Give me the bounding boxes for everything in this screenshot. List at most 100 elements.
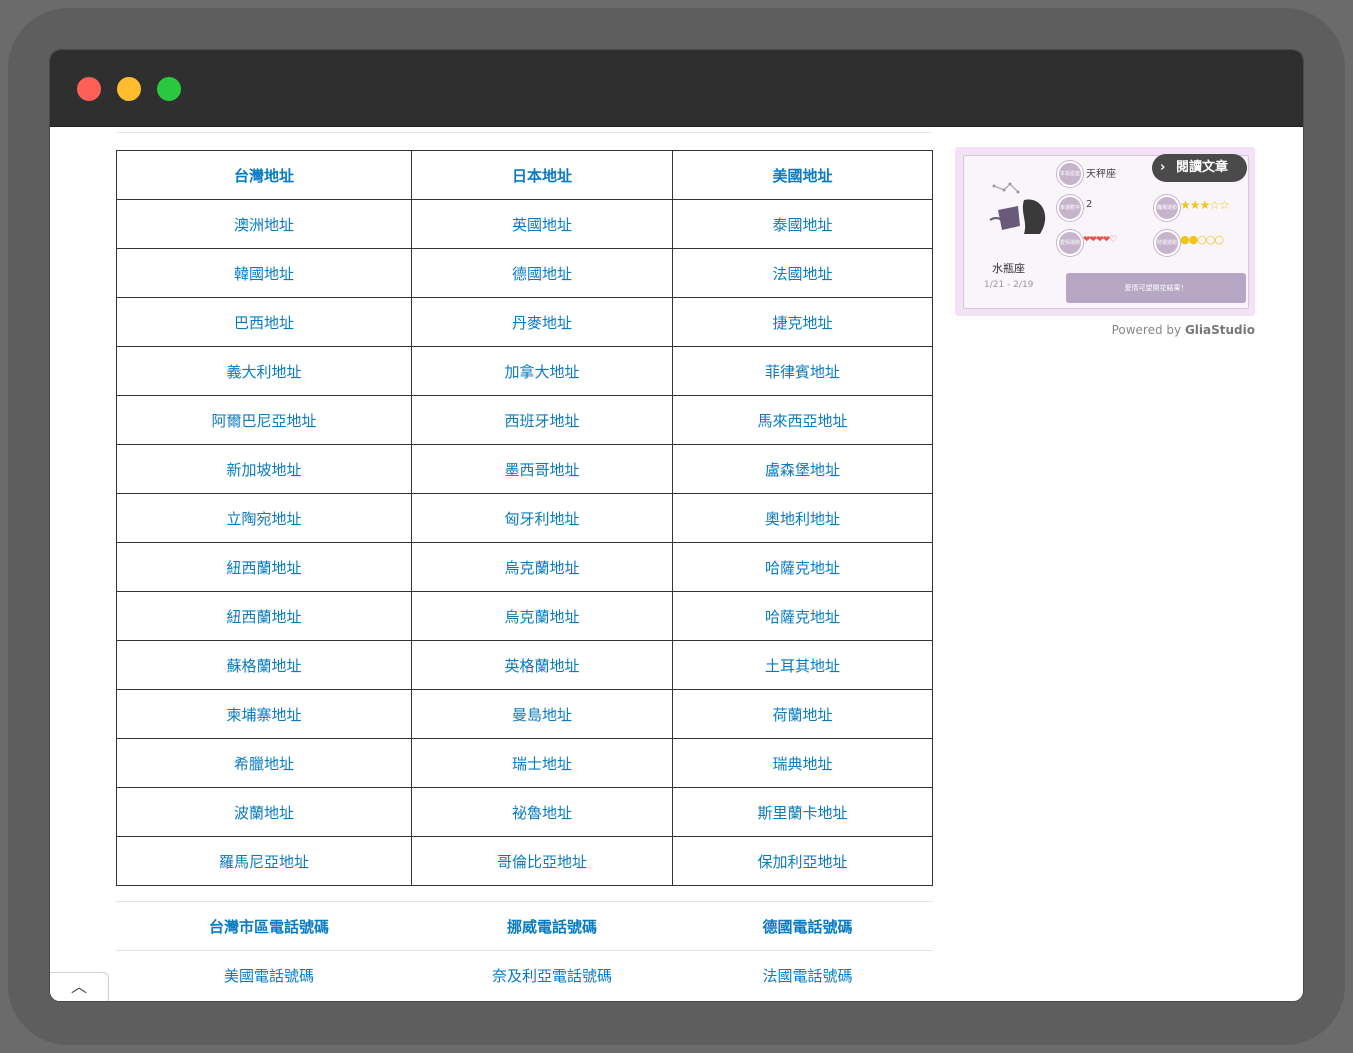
list-item: 台灣市區電話號碼 挪威電話號碼 德國電話號碼 <box>116 902 933 950</box>
address-link[interactable]: 柬埔寨地址 <box>116 689 412 739</box>
wealth-coins-icon: ●●○○○ <box>1180 233 1224 246</box>
match-badge: 本週星座 <box>1057 161 1083 187</box>
address-link[interactable]: 加拿大地址 <box>411 346 673 396</box>
address-link[interactable]: 荷蘭地址 <box>672 689 933 739</box>
table-row: 蘇格蘭地址 英格蘭地址 土耳其地址 <box>116 640 933 690</box>
address-link[interactable]: 馬來西亞地址 <box>672 395 933 445</box>
ad-verdict: 愛情可望開花結果！ <box>1066 273 1246 303</box>
table-row: 希臘地址 瑞士地址 瑞典地址 <box>116 738 933 788</box>
scroll-to-top-button[interactable]: ︿ <box>50 972 109 1001</box>
minimize-window-button[interactable] <box>117 77 141 101</box>
address-link[interactable]: 祕魯地址 <box>411 787 673 837</box>
address-link[interactable]: 希臘地址 <box>116 738 412 788</box>
work-stars-icon: ★★★☆☆ <box>1180 198 1230 212</box>
list-item: 美國電話號碼 奈及利亞電話號碼 法國電話號碼 <box>116 951 933 999</box>
address-link[interactable]: 美國地址 <box>672 150 933 200</box>
work-badge: 職場運勢 <box>1154 195 1180 221</box>
table-row: 波蘭地址 祕魯地址 斯里蘭卡地址 <box>116 787 933 837</box>
horoscope-ad[interactable]: 水瓶座 1/21 - 2/19 本週星座 天秤座 幸運數字 2 愛情運勢 ❤❤❤… <box>955 147 1255 316</box>
address-link[interactable]: 台灣地址 <box>116 150 412 200</box>
table-row: 新加坡地址 墨西哥地址 盧森堡地址 <box>116 444 933 494</box>
browser-window: 台灣地址 日本地址 美國地址 澳洲地址 英國地址 泰國地址 韓國地址 德國地址 法國地址 巴西地址… <box>50 50 1303 1001</box>
address-link[interactable]: 瑞典地址 <box>672 738 933 788</box>
address-link[interactable]: 哥倫比亞地址 <box>411 836 673 886</box>
address-link[interactable]: 義大利地址 <box>116 346 412 396</box>
chevron-right-icon: › <box>1160 160 1166 175</box>
maximize-window-button[interactable] <box>157 77 181 101</box>
address-link[interactable]: 烏克蘭地址 <box>411 542 673 592</box>
address-link[interactable]: 奧地利地址 <box>672 493 933 543</box>
table-row: 紐西蘭地址 烏克蘭地址 哈薩克地址 <box>116 591 933 641</box>
lucky-number-badge: 幸運數字 <box>1057 195 1083 221</box>
phone-number-list: 台灣市區電話號碼 挪威電話號碼 德國電話號碼 美國電話號碼 奈及利亞電話號碼 法國電話號碼 <box>116 901 933 999</box>
table-row: 羅馬尼亞地址 哥倫比亞地址 保加利亞地址 <box>116 836 933 886</box>
address-link[interactable]: 斯里蘭卡地址 <box>672 787 933 837</box>
table-row: 義大利地址 加拿大地址 菲律賓地址 <box>116 346 933 396</box>
read-article-button[interactable]: › 閱讀文章 <box>1152 154 1247 182</box>
title-bar <box>50 50 1303 127</box>
read-article-label: 閱讀文章 <box>1176 160 1229 175</box>
chevron-up-icon: ︿ <box>70 977 87 996</box>
address-link[interactable]: 曼島地址 <box>411 689 673 739</box>
address-link[interactable]: 丹麥地址 <box>411 297 673 347</box>
table-row: 阿爾巴尼亞地址 西班牙地址 馬來西亞地址 <box>116 395 933 445</box>
address-link[interactable]: 澳洲地址 <box>116 199 412 249</box>
address-link[interactable]: 英國地址 <box>411 199 673 249</box>
address-table: 台灣地址 日本地址 美國地址 澳洲地址 英國地址 泰國地址 韓國地址 德國地址 法國地址 巴西地址… <box>116 150 933 886</box>
phone-link[interactable]: 台灣市區電話號碼 <box>116 916 422 937</box>
table-row: 柬埔寨地址 曼島地址 荷蘭地址 <box>116 689 933 739</box>
address-link[interactable]: 日本地址 <box>411 150 673 200</box>
address-link[interactable]: 墨西哥地址 <box>411 444 673 494</box>
divider <box>116 132 932 133</box>
address-link[interactable]: 匈牙利地址 <box>411 493 673 543</box>
love-hearts-icon: ❤❤❤❤♡ <box>1083 235 1117 245</box>
table-row: 紐西蘭地址 烏克蘭地址 哈薩克地址 <box>116 542 933 592</box>
phone-link[interactable]: 美國電話號碼 <box>116 965 422 986</box>
address-link[interactable]: 捷克地址 <box>672 297 933 347</box>
address-link[interactable]: 英格蘭地址 <box>411 640 673 690</box>
address-link[interactable]: 立陶宛地址 <box>116 493 412 543</box>
address-link[interactable]: 波蘭地址 <box>116 787 412 837</box>
address-link[interactable]: 泰國地址 <box>672 199 933 249</box>
address-link[interactable]: 紐西蘭地址 <box>116 542 412 592</box>
aquarius-figure-icon <box>989 182 1046 234</box>
powered-by[interactable]: Powered by GliaStudio <box>1090 323 1255 337</box>
table-row: 澳洲地址 英國地址 泰國地址 <box>116 199 933 249</box>
address-link[interactable]: 菲律賓地址 <box>672 346 933 396</box>
love-badge: 愛情運勢 <box>1057 230 1083 256</box>
address-link[interactable]: 德國地址 <box>411 248 673 298</box>
address-link[interactable]: 新加坡地址 <box>116 444 412 494</box>
table-row: 巴西地址 丹麥地址 捷克地址 <box>116 297 933 347</box>
address-link[interactable]: 哈薩克地址 <box>672 591 933 641</box>
address-link[interactable]: 法國地址 <box>672 248 933 298</box>
close-window-button[interactable] <box>77 77 101 101</box>
sign-name: 水瓶座 <box>992 262 1025 275</box>
address-link[interactable]: 紐西蘭地址 <box>116 591 412 641</box>
phone-link[interactable]: 挪威電話號碼 <box>422 916 682 937</box>
phone-link[interactable]: 德國電話號碼 <box>682 916 933 937</box>
table-row: 韓國地址 德國地址 法國地址 <box>116 248 933 298</box>
address-link[interactable]: 土耳其地址 <box>672 640 933 690</box>
address-link[interactable]: 羅馬尼亞地址 <box>116 836 412 886</box>
match-sign: 天秤座 <box>1086 169 1116 180</box>
phone-link[interactable]: 奈及利亞電話號碼 <box>422 965 682 986</box>
address-link[interactable]: 哈薩克地址 <box>672 542 933 592</box>
address-link[interactable]: 保加利亞地址 <box>672 836 933 886</box>
page-content: 台灣地址 日本地址 美國地址 澳洲地址 英國地址 泰國地址 韓國地址 德國地址 法國地址 巴西地址… <box>50 127 1303 1001</box>
table-row: 立陶宛地址 匈牙利地址 奧地利地址 <box>116 493 933 543</box>
powered-brand: GliaStudio <box>1184 323 1255 337</box>
address-header-row: 台灣地址 日本地址 美國地址 <box>116 150 933 200</box>
address-link[interactable]: 西班牙地址 <box>411 395 673 445</box>
address-link[interactable]: 蘇格蘭地址 <box>116 640 412 690</box>
address-link[interactable]: 韓國地址 <box>116 248 412 298</box>
address-link[interactable]: 巴西地址 <box>116 297 412 347</box>
sign-date: 1/21 - 2/19 <box>984 280 1034 290</box>
address-link[interactable]: 烏克蘭地址 <box>411 591 673 641</box>
powered-prefix: Powered by <box>1111 323 1182 337</box>
address-link[interactable]: 阿爾巴尼亞地址 <box>116 395 412 445</box>
phone-link[interactable]: 法國電話號碼 <box>682 965 933 986</box>
wealth-badge: 財運運勢 <box>1154 230 1180 256</box>
lucky-number: 2 <box>1086 199 1093 210</box>
address-link[interactable]: 盧森堡地址 <box>672 444 933 494</box>
address-link[interactable]: 瑞士地址 <box>411 738 673 788</box>
